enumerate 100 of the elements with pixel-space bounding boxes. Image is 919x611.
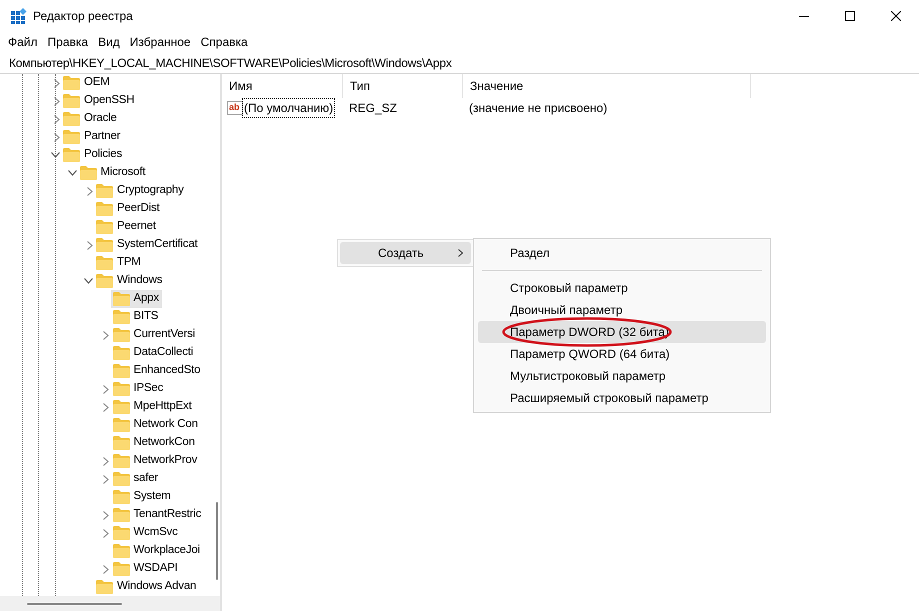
tree-item[interactable]: NetworkProv [110,452,200,470]
menu-item[interactable]: Файл [3,33,43,51]
folder-icon [112,508,130,522]
folder-icon [63,76,80,90]
tree-item[interactable]: Cryptography [94,182,187,200]
folder-icon [63,112,80,126]
submenu-item[interactable]: Раздел [478,242,766,264]
tree-item[interactable]: TenantRestric [110,506,204,524]
folder-icon [96,202,113,216]
table-cell: (значение не присвоено) [469,101,608,115]
folder-icon [112,526,130,540]
tree-item[interactable]: System [110,488,174,506]
folder-icon [112,544,130,558]
tree-item[interactable]: Windows Advan [94,578,200,596]
folder-icon [96,184,113,198]
window-title: Редактор реестра [33,8,133,25]
menu-item[interactable]: Правка [42,33,94,51]
tree-item[interactable]: Partner [61,128,124,146]
tree-item[interactable]: BITS [110,308,162,326]
folder-icon [96,220,113,234]
column-header[interactable]: Тип [343,74,463,98]
tree-item[interactable]: Peernet [94,218,159,236]
tree-item[interactable]: NetworkCon [110,434,198,452]
chevron-right-icon[interactable] [103,384,109,394]
chevron-down-icon[interactable] [84,278,93,284]
menu-item[interactable]: Справка [196,33,253,51]
table-cell[interactable]: (По умолчанию) [243,99,334,117]
folder-icon [112,382,130,396]
tree-item[interactable]: TPM [94,254,144,272]
folder-icon [96,580,113,594]
tree-item[interactable]: MpeHttpExt [110,398,195,416]
chevron-right-icon[interactable] [54,78,60,88]
tree-item[interactable]: Network Con [110,416,201,434]
tree-item[interactable]: EnhancedSto [110,362,204,380]
tree-item[interactable]: Appx [110,290,162,308]
chevron-right-icon[interactable] [103,564,109,574]
chevron-right-icon[interactable] [103,528,109,538]
chevron-right-icon[interactable] [86,186,92,196]
chevron-right-icon[interactable] [103,474,109,484]
context-menu-item[interactable]: Создать [340,242,471,264]
folder-icon [112,472,130,486]
folder-icon [96,238,113,252]
folder-icon [96,256,113,270]
submenu-item[interactable]: Мультистроковый параметр [478,365,766,387]
chevron-down-icon[interactable] [51,152,60,158]
chevron-right-icon[interactable] [54,132,60,142]
folder-icon [63,94,80,108]
submenu-item[interactable]: Параметр QWORD (64 бита) [478,343,766,365]
tree-item[interactable]: OEM [61,74,113,92]
scrollbar-thumb[interactable] [216,502,218,580]
folder-icon [63,148,80,162]
tree-item[interactable]: Microsoft [78,164,148,182]
folder-icon [112,490,130,504]
tree-item[interactable]: WSDAPI [110,560,181,578]
maximize-icon [845,11,855,21]
chevron-right-icon[interactable] [86,240,92,250]
menu-item[interactable]: Вид [93,33,125,51]
tree-item[interactable]: SystemCertificat [94,236,201,254]
folder-icon [112,364,130,378]
tree-item[interactable]: DataCollecti [110,344,196,362]
folder-icon [112,292,130,306]
tree-item[interactable]: WorkplaceJoi [110,542,203,560]
submenu-item[interactable]: Двоичный параметр [478,299,766,321]
folder-icon [112,436,130,450]
chevron-right-icon[interactable] [103,402,109,412]
table-cell: REG_SZ [349,101,398,115]
address-bar[interactable]: Компьютер\HKEY_LOCAL_MACHINE\SOFTWARE\Policies\Microsoft\Windows\Appx [0,54,452,72]
folder-icon [112,418,130,432]
folder-icon [112,562,130,576]
folder-icon [112,454,130,468]
close-icon [891,11,901,21]
tree-item[interactable]: IPSec [110,380,166,398]
chevron-right-icon[interactable] [54,96,60,106]
submenu-item[interactable]: Строковый параметр [478,277,766,299]
chevron-down-icon[interactable] [68,170,76,176]
registry-app-icon [11,8,27,24]
tree-item[interactable]: safer [110,470,162,488]
scrollbar-thumb[interactable] [27,603,122,605]
tree-item[interactable]: CurrentVersi [110,326,198,344]
chevron-right-icon[interactable] [54,114,60,124]
folder-icon [112,328,130,342]
tree-item[interactable]: Windows [94,272,166,290]
string-value-icon: ab [227,101,243,115]
chevron-right-icon[interactable] [103,456,109,466]
chevron-right-icon[interactable] [103,510,109,520]
column-header[interactable]: Значение [463,74,751,98]
tree-item[interactable]: PeerDist [94,200,162,218]
folder-icon [112,310,130,324]
folder-icon [63,130,80,144]
column-header[interactable]: Имя [222,74,343,98]
tree-item[interactable]: WcmSvc [110,524,181,542]
tree-item[interactable]: OpenSSH [61,92,138,110]
submenu-item[interactable]: Расширяемый строковый параметр [478,387,766,409]
menu-item[interactable]: Избранное [124,33,196,51]
tree-item[interactable]: Policies [61,146,126,164]
chevron-right-icon[interactable] [103,330,109,340]
folder-icon [112,400,130,414]
folder-icon [96,274,113,288]
tree-item[interactable]: Oracle [61,110,120,128]
folder-icon [112,346,130,360]
